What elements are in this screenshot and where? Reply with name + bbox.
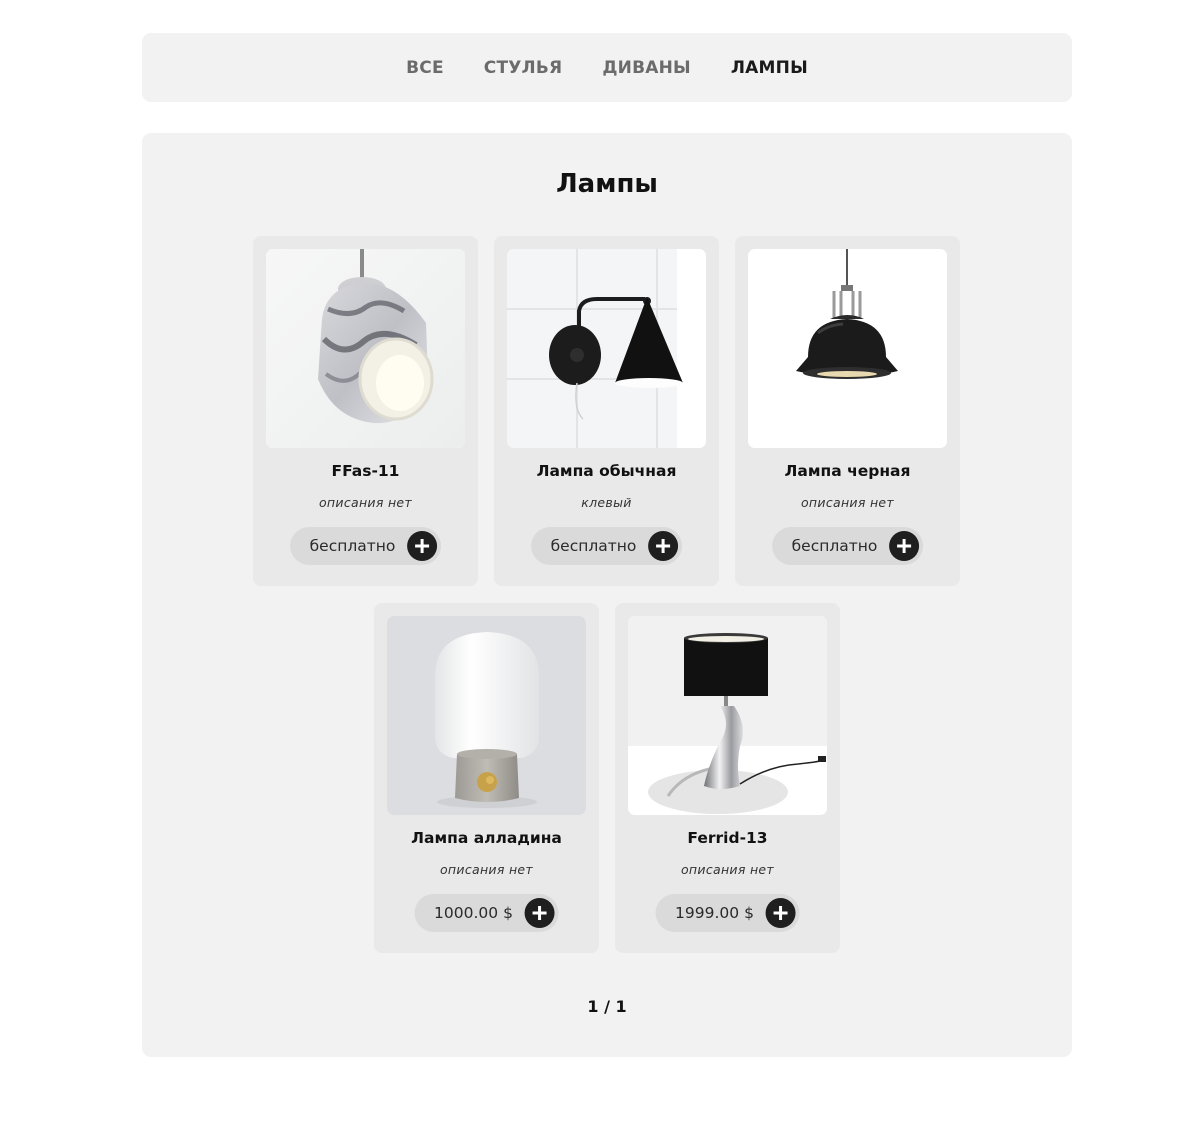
plus-icon xyxy=(773,906,788,920)
product-name: Лампа алладина xyxy=(411,829,562,847)
nav-item-sofas[interactable]: ДИВАНЫ xyxy=(602,58,691,78)
price-button[interactable]: бесплатно xyxy=(289,527,442,565)
product-description: описания нет xyxy=(439,862,533,877)
marble-pendant-lamp-icon xyxy=(266,249,465,448)
product-name: FFas-11 xyxy=(331,462,400,480)
product-card: FFas-11 описания нет бесплатно xyxy=(253,236,478,586)
product-image[interactable] xyxy=(628,616,827,815)
product-price: 1999.00 $ xyxy=(675,904,754,922)
plus-icon xyxy=(415,539,430,553)
product-card: Лампа обычная клевый бесплатно xyxy=(494,236,719,586)
product-price: бесплатно xyxy=(791,537,878,555)
black-pendant-lamp-icon xyxy=(748,249,947,448)
add-to-cart-button[interactable] xyxy=(889,531,920,561)
product-description: описания нет xyxy=(800,495,894,510)
price-button[interactable]: бесплатно xyxy=(530,527,683,565)
product-description: описания нет xyxy=(318,495,412,510)
product-description: клевый xyxy=(581,495,632,510)
price-button[interactable]: 1000.00 $ xyxy=(414,894,559,932)
product-image[interactable] xyxy=(266,249,465,448)
product-image[interactable] xyxy=(507,249,706,448)
plus-icon xyxy=(897,539,912,553)
add-to-cart-button[interactable] xyxy=(648,531,679,561)
plus-icon xyxy=(656,539,671,553)
add-to-cart-button[interactable] xyxy=(765,898,796,928)
white-globe-table-lamp-icon xyxy=(387,616,586,815)
nav-item-all[interactable]: ВСЕ xyxy=(406,58,444,78)
product-name: Лампа черная xyxy=(784,462,911,480)
price-button[interactable]: бесплатно xyxy=(771,527,924,565)
product-card: Ferrid-13 описания нет 1999.00 $ xyxy=(615,603,840,953)
product-card: Лампа черная описания нет бесплатно xyxy=(735,236,960,586)
product-description: описания нет xyxy=(680,862,774,877)
add-to-cart-button[interactable] xyxy=(524,898,555,928)
pagination-indicator: 1 / 1 xyxy=(587,997,627,1016)
product-price: бесплатно xyxy=(309,537,396,555)
category-nav: ВСЕ СТУЛЬЯ ДИВАНЫ ЛАМПЫ xyxy=(142,33,1072,102)
black-shade-table-lamp-icon xyxy=(628,616,827,815)
nav-item-lamps[interactable]: ЛАМПЫ xyxy=(731,58,808,78)
product-price: бесплатно xyxy=(550,537,637,555)
add-to-cart-button[interactable] xyxy=(407,531,438,561)
product-image[interactable] xyxy=(748,249,947,448)
wall-sconce-lamp-icon xyxy=(507,249,706,448)
catalog-title: Лампы xyxy=(556,169,658,199)
product-name: Ferrid-13 xyxy=(687,829,768,847)
nav-item-chairs[interactable]: СТУЛЬЯ xyxy=(484,58,563,78)
product-catalog: Лампы FFas-11 описания нет бесплатно Лам… xyxy=(142,133,1072,1057)
plus-icon xyxy=(532,906,547,920)
product-name: Лампа обычная xyxy=(536,462,677,480)
product-image[interactable] xyxy=(387,616,586,815)
price-button[interactable]: 1999.00 $ xyxy=(655,894,800,932)
product-price: 1000.00 $ xyxy=(434,904,513,922)
product-card: Лампа алладина описания нет 1000.00 $ xyxy=(374,603,599,953)
